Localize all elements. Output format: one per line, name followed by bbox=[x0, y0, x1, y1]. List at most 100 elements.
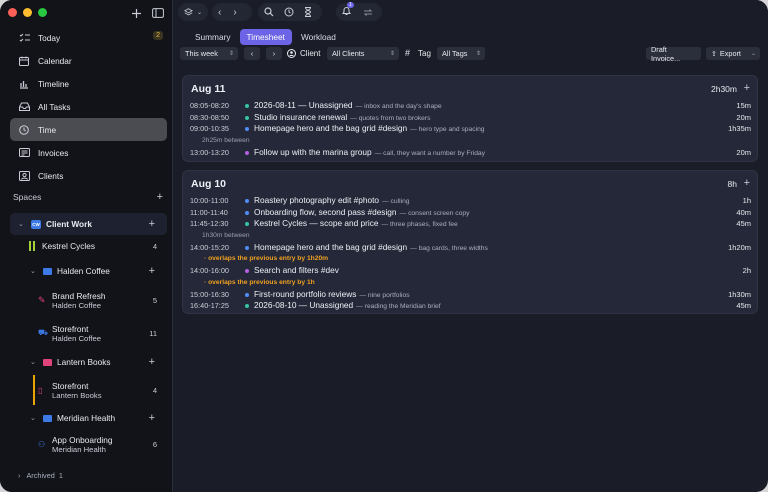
new-item-button[interactable] bbox=[128, 5, 144, 21]
today-count-badge: 2 bbox=[153, 31, 163, 40]
close-window-button[interactable] bbox=[8, 8, 17, 17]
search-icon[interactable] bbox=[264, 7, 274, 17]
space-client-work[interactable]: ⌄ CW Client Work + bbox=[10, 213, 167, 235]
time-entry-row[interactable]: 14:00-15:20 Homepage hero and the bag gri… bbox=[183, 242, 757, 254]
sync-icon[interactable] bbox=[363, 8, 373, 17]
entry-note: — inbox and the day's shape bbox=[355, 103, 442, 110]
window-controls bbox=[8, 8, 47, 17]
add-entry-button[interactable]: + bbox=[744, 177, 750, 189]
notifications-button[interactable]: 1 bbox=[342, 2, 354, 18]
chevron-down-icon[interactable]: ⌄ bbox=[18, 220, 26, 228]
entry-title: First-round portfolio reviews — nine port… bbox=[254, 289, 410, 299]
entry-time-range: 14:00-16:00 bbox=[190, 266, 229, 276]
app-window: Today 2 Calendar Timeline All Tasks Time bbox=[0, 0, 768, 492]
export-button[interactable]: ⇪ Export ⌄ bbox=[706, 47, 760, 60]
project-subtitle: Halden Coffee bbox=[52, 333, 102, 343]
add-entry-button[interactable]: + bbox=[744, 82, 750, 94]
entry-time-range: 14:00-15:20 bbox=[190, 242, 229, 252]
next-week-button[interactable]: › bbox=[266, 47, 282, 60]
nav-item-timeline[interactable]: Timeline bbox=[10, 72, 167, 95]
project-kestrel-cycles[interactable]: Kestrel Cycles 4 bbox=[10, 235, 167, 257]
project-subtitle: Lantern Books bbox=[52, 390, 102, 400]
time-entry-row[interactable]: 11:45-12:30 Kestrel Cycles — scope and pr… bbox=[183, 218, 757, 230]
minimize-window-button[interactable] bbox=[23, 8, 32, 17]
project-storefront-lantern[interactable]: ▯ Storefront Lantern Books 4 bbox=[10, 373, 167, 407]
zoom-window-button[interactable] bbox=[38, 8, 47, 17]
back-button[interactable]: ‹ bbox=[218, 7, 221, 18]
project-color-dot bbox=[245, 127, 249, 132]
folder-meridian-health[interactable]: ⌄ Meridian Health + bbox=[10, 407, 167, 429]
add-item-button[interactable]: + bbox=[149, 357, 155, 368]
time-entry-row[interactable]: 11:00-11:40 Onboarding flow, second pass … bbox=[183, 207, 757, 219]
tab-timesheet[interactable]: Timesheet bbox=[239, 29, 292, 45]
add-project-button[interactable]: + bbox=[149, 219, 155, 230]
entry-title: Homepage hero and the bag grid #design — … bbox=[254, 242, 488, 252]
tag-filter-value: All Tags bbox=[442, 49, 468, 58]
entry-title: Homepage hero and the bag grid #design — … bbox=[254, 123, 485, 133]
nav-item-today[interactable]: Today 2 bbox=[10, 26, 167, 49]
project-color-dot bbox=[245, 150, 249, 155]
time-entry-row[interactable]: 08:05-08:20 2026-08-11 — Unassigned — inbo… bbox=[183, 100, 757, 112]
tag-filter-select[interactable]: All Tags ⇕ bbox=[437, 47, 485, 60]
time-entry-row[interactable]: 10:00-11:00 Roastery photography edit #ph… bbox=[183, 195, 757, 207]
entry-title-text: Onboarding flow, second pass #design bbox=[254, 206, 397, 217]
date-range-value: This week bbox=[185, 49, 218, 58]
chevron-down-icon[interactable]: ⌄ bbox=[30, 358, 38, 366]
client-filter-value: All Clients bbox=[332, 49, 365, 58]
time-entry-row[interactable]: 08:30-08:50 Studio insurance renewal — quo… bbox=[183, 112, 757, 124]
project-color-dot bbox=[245, 245, 249, 250]
chevron-down-icon: ⌄ bbox=[750, 51, 756, 57]
entry-note: — call, they want a number by Friday bbox=[374, 149, 485, 157]
folder-lantern-books[interactable]: ⌄ Lantern Books + bbox=[10, 351, 167, 373]
layers-menu-button[interactable]: ⌄ bbox=[178, 3, 208, 21]
date-range-select[interactable]: This week ⇕ bbox=[180, 47, 238, 60]
main-nav: Today 2 Calendar Timeline All Tasks Time bbox=[10, 26, 167, 187]
archived-toggle[interactable]: › Archived 1 bbox=[18, 471, 63, 480]
client-filter-select[interactable]: All Clients ⇕ bbox=[327, 47, 399, 60]
nav-item-invoices[interactable]: Invoices bbox=[10, 141, 167, 164]
add-space-button[interactable]: + bbox=[157, 192, 163, 203]
entry-duration: 20m bbox=[736, 147, 751, 157]
project-subtitle: Meridian Health bbox=[52, 444, 106, 454]
nav-item-calendar[interactable]: Calendar bbox=[10, 49, 167, 72]
project-brand-refresh[interactable]: ✎ Brand Refresh Halden Coffee 5 bbox=[10, 285, 167, 315]
gap-text: 1h30m between bbox=[202, 232, 250, 240]
add-item-button[interactable]: + bbox=[149, 266, 155, 277]
project-label: Kestrel Cycles bbox=[42, 241, 96, 251]
sidebar: Today 2 Calendar Timeline All Tasks Time bbox=[0, 0, 173, 492]
time-entry-row[interactable]: 09:00-10:35 Homepage hero and the bag gri… bbox=[183, 123, 757, 135]
time-entry-row[interactable]: 13:00-13:20 Follow up with the marina gro… bbox=[183, 147, 757, 159]
project-color-dot bbox=[245, 304, 249, 309]
entry-title: 2026-08-11 — Unassigned — inbox and the d… bbox=[254, 100, 442, 110]
filter-bar: This week ⇕ ‹ › Client All Clients ⇕ # Tag… bbox=[180, 45, 762, 63]
entry-title: 2026-08-10 — Unassigned — reading the Mer… bbox=[254, 300, 441, 310]
tab-summary[interactable]: Summary bbox=[188, 29, 238, 45]
entry-time-range: 16:40-17:25 bbox=[190, 301, 229, 311]
nav-item-time[interactable]: Time bbox=[10, 118, 167, 141]
tab-workload[interactable]: Workload bbox=[294, 29, 343, 45]
toggle-sidebar-button[interactable] bbox=[150, 5, 166, 21]
time-entry-row[interactable]: 16:40-17:25 2026-08-10 — Unassigned — read… bbox=[183, 300, 757, 312]
chevron-down-icon[interactable]: ⌄ bbox=[30, 267, 38, 275]
previous-week-button[interactable]: ‹ bbox=[244, 47, 260, 60]
nav-item-all-tasks[interactable]: All Tasks bbox=[10, 95, 167, 118]
time-entry-row[interactable]: 14:00-16:00 Search and filters #dev 2h bbox=[183, 265, 757, 277]
folder-halden-coffee[interactable]: ⌄ Halden Coffee + bbox=[10, 257, 167, 285]
updown-icon: ⇕ bbox=[475, 51, 481, 57]
nav-item-clients[interactable]: Clients bbox=[10, 164, 167, 187]
hash-icon: # bbox=[405, 48, 411, 58]
project-label: Brand Refresh bbox=[52, 290, 106, 301]
draft-invoice-button[interactable]: Draft Invoice... bbox=[646, 45, 701, 63]
share-icon: ⇪ bbox=[711, 50, 717, 58]
hourglass-icon[interactable] bbox=[304, 7, 312, 17]
entry-list: 08:05-08:20 2026-08-11 — Unassigned — inbo… bbox=[183, 100, 757, 158]
time-entry-row[interactable]: 15:00-16:30 First-round portfolio reviews… bbox=[183, 289, 757, 301]
chevron-down-icon[interactable]: ⌄ bbox=[30, 414, 38, 422]
clock-icon[interactable] bbox=[284, 7, 294, 17]
project-storefront-halden[interactable]: ⛟ Storefront Halden Coffee 11 bbox=[10, 315, 167, 351]
person-icon bbox=[287, 49, 296, 58]
forward-button[interactable]: › bbox=[233, 7, 236, 18]
project-subtitle: Halden Coffee bbox=[52, 300, 102, 310]
project-app-onboarding[interactable]: ⚇ App Onboarding Meridian Health 6 bbox=[10, 429, 167, 459]
add-item-button[interactable]: + bbox=[149, 413, 155, 424]
